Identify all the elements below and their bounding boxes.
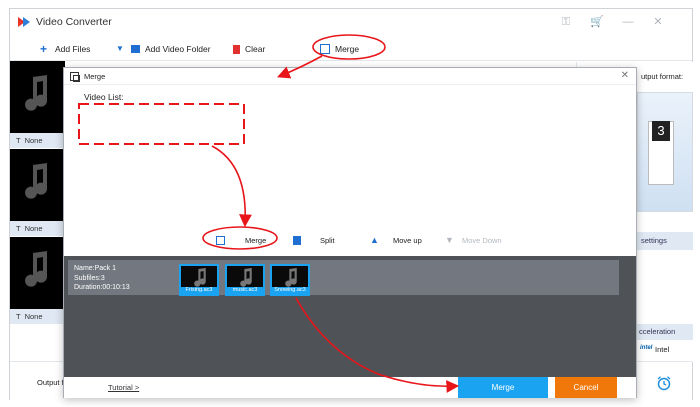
merge-pack-area: Name:Pack 1 Subfiles:3 Duration:00:10:13… <box>64 256 636 377</box>
music-note-icon <box>25 251 47 287</box>
merge-confirm-button[interactable]: Merge <box>458 377 548 398</box>
pack-info: Name:Pack 1 Subfiles:3 Duration:00:10:13 <box>74 264 130 293</box>
plus-icon: + <box>40 42 48 56</box>
video-list-label: Video List: <box>84 92 124 102</box>
video-list[interactable] <box>68 104 634 252</box>
settings-button[interactable]: settings <box>637 232 693 250</box>
subtitle-selector[interactable]: T None <box>10 133 65 148</box>
text-icon: T <box>16 224 21 233</box>
merge-icon <box>320 44 330 54</box>
move-up-label: Move up <box>393 235 422 245</box>
music-note-icon <box>194 268 206 287</box>
dropdown-arrow-icon: ▼ <box>116 44 124 53</box>
add-files-button[interactable]: + Add Files <box>40 42 90 56</box>
key-icon[interactable]: ⚿ <box>559 15 573 29</box>
music-note-icon <box>25 75 47 111</box>
move-up-button[interactable]: ▲ Move up <box>370 234 422 246</box>
hardware-acceleration-button[interactable]: cceleration <box>637 324 693 340</box>
merge-icon <box>70 72 80 82</box>
trash-icon <box>233 44 240 54</box>
add-video-folder-button[interactable]: ▼ Add Video Folder <box>116 42 211 56</box>
toolbar: + Add Files ▼ Add Video Folder Clear Mer… <box>10 37 692 61</box>
move-down-button[interactable]: ▼ Move Down <box>445 234 502 246</box>
minimize-icon[interactable]: — <box>621 15 635 29</box>
title-bar: Video Converter ⚿ 🛒 — ✕ <box>10 9 692 36</box>
subtitle-value: None <box>24 136 43 145</box>
pack-name: Name:Pack 1 <box>74 265 117 272</box>
subtitle-selector[interactable]: T None <box>10 309 65 324</box>
pack-clip[interactable]: Frising.ac3 <box>179 264 219 296</box>
pack-clip[interactable]: music.ac3 <box>225 264 265 296</box>
subtitle-value: None <box>24 312 43 321</box>
intel-label[interactable]: Intel <box>655 345 669 354</box>
merge-icon <box>216 235 225 245</box>
merge-pack-row[interactable]: Name:Pack 1 Subfiles:3 Duration:00:10:13… <box>68 260 619 296</box>
arrow-down-icon: ▼ <box>445 234 454 245</box>
add-video-folder-label: Add Video Folder <box>145 44 211 54</box>
subtitle-selector[interactable]: T None <box>10 221 65 236</box>
merge-dialog: Merge ✕ Video List: Merge Split ▲ Move u… <box>63 67 637 398</box>
clip-name: music.ac3 <box>227 287 263 294</box>
app-logo-icon <box>18 17 30 27</box>
move-down-label: Move Down <box>462 235 502 245</box>
text-icon: T <box>16 136 21 145</box>
cancel-button[interactable]: Cancel <box>555 377 617 398</box>
pack-clip[interactable]: Snowing.ac3 <box>270 264 310 296</box>
add-files-label: Add Files <box>55 44 91 54</box>
split-button[interactable]: Split <box>293 234 335 246</box>
close-icon[interactable]: ✕ <box>651 15 665 29</box>
file-thumbnail[interactable] <box>10 237 65 310</box>
clear-label: Clear <box>245 44 266 54</box>
music-note-icon <box>25 163 47 199</box>
dialog-title-bar: Merge ✕ <box>64 68 636 85</box>
clip-name: Frising.ac3 <box>181 287 217 294</box>
dialog-title: Merge <box>84 72 106 81</box>
arrow-up-icon: ▲ <box>370 234 379 245</box>
cart-icon[interactable]: 🛒 <box>590 15 604 29</box>
pack-subfiles: Subfiles:3 <box>74 274 105 282</box>
intel-logo: intel <box>640 345 653 351</box>
merge-action-button[interactable]: Merge <box>216 234 266 246</box>
clear-button[interactable]: Clear <box>233 42 265 56</box>
pack-duration: Duration:00:10:13 <box>74 284 130 291</box>
split-icon <box>293 235 301 245</box>
text-icon: T <box>16 312 21 321</box>
close-icon[interactable]: ✕ <box>621 70 629 81</box>
clip-name: Snowing.ac3 <box>272 287 308 294</box>
file-thumbnail[interactable] <box>10 149 65 222</box>
app-title: Video Converter <box>36 16 112 28</box>
dialog-footer: Tutorial > Merge Cancel <box>64 377 636 398</box>
split-label: Split <box>320 235 335 245</box>
music-note-icon <box>285 268 297 287</box>
subtitle-value: None <box>24 224 43 233</box>
format-badge: 3 <box>652 121 670 141</box>
merge-toolbar-label: Merge <box>335 44 360 54</box>
output-format-label: utput format: <box>641 72 684 81</box>
merge-action-label: Merge <box>245 235 267 245</box>
alarm-clock-icon[interactable] <box>656 375 672 391</box>
folder-icon <box>131 45 140 53</box>
music-note-icon <box>240 268 252 287</box>
tutorial-link[interactable]: Tutorial > <box>108 383 139 392</box>
merge-toolbar-button[interactable]: Merge <box>320 42 359 56</box>
file-thumbnail[interactable] <box>10 61 65 134</box>
output-format-selector[interactable]: 3 <box>637 92 693 212</box>
